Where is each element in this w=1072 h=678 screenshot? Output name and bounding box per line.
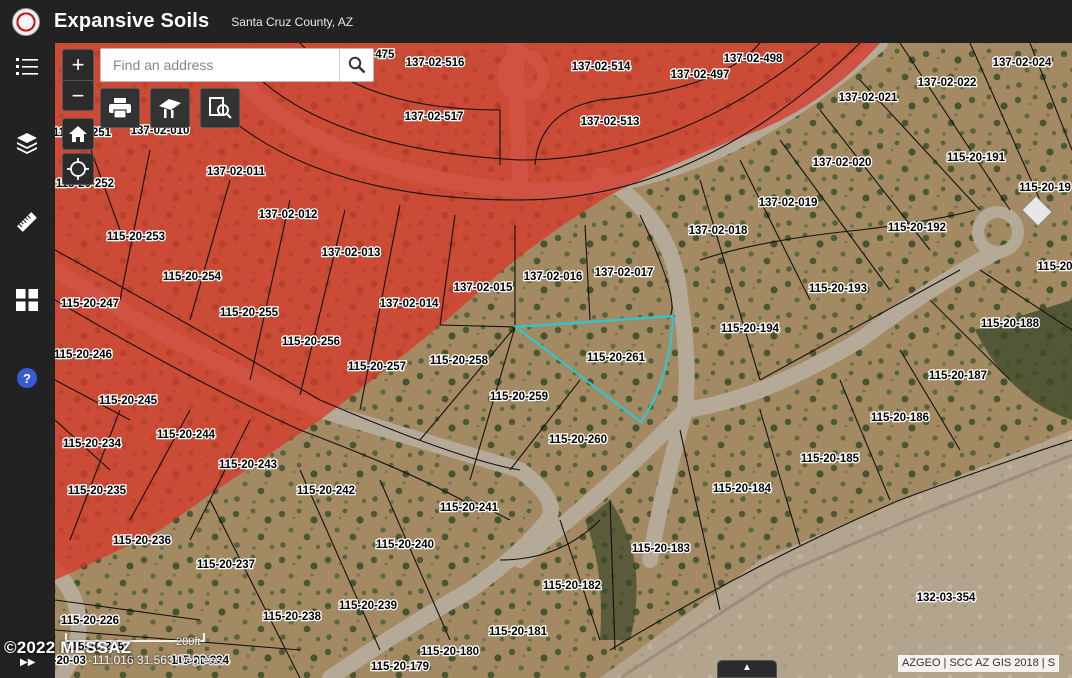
parcel-label: 115-20-256 (282, 336, 340, 348)
left-sidebar: ? (0, 43, 55, 678)
parcel-label: 115-20-179 (371, 661, 429, 673)
parcel-label: 115-20-180 (421, 646, 479, 658)
parcel-label: 115-20-192 (888, 222, 946, 234)
parcel-label: 137-02-513 (581, 116, 640, 128)
parcel-label: 115-20-184 (713, 483, 772, 495)
app-header: Expansive Soils Santa Cruz County, AZ (0, 0, 1072, 43)
parcel-label: 115-20-239 (339, 600, 397, 612)
parcel-label: 115-20-260 (549, 434, 607, 446)
parcel-label: 115-20-183 (632, 543, 690, 555)
parcel-label: 137-02-497 (671, 69, 730, 81)
parcel-label: 137-02-024 (993, 57, 1052, 69)
measure-button[interactable] (150, 88, 190, 128)
parcel-label: 115-20-261 (587, 352, 646, 364)
list-icon[interactable] (13, 53, 41, 81)
parcel-label: 115-20-194 (721, 323, 780, 335)
home-icon (69, 126, 87, 142)
parcel-label: 137-02-022 (918, 77, 977, 89)
help-icon[interactable]: ? (13, 364, 41, 392)
parcel-label: 115-20-235 (68, 485, 127, 497)
parcel-label: 115-20-254 (163, 271, 222, 283)
parcel-label: 115-20-238 (263, 611, 322, 623)
parcel-label: 137-02-019 (759, 197, 818, 209)
parcel-label: 115-20-186 (871, 412, 929, 424)
parcel-label: 137-02-017 (595, 267, 654, 279)
attribution: AZGEO | SCC AZ GIS 2018 | S (898, 655, 1060, 672)
parcel-label: 115-20-193 (809, 283, 867, 295)
parcel-label: 115-20-257 (348, 361, 406, 373)
parcel-label: 115-20-246 (55, 349, 112, 361)
parcel-label: 115-20-245 (99, 395, 158, 407)
parcel-label: 132-03-354 (917, 592, 976, 604)
parcel-label: 115-20-255 (220, 307, 279, 319)
parcel-label: 115-20-247 (61, 298, 119, 310)
chevron-up-icon: ▲ (742, 662, 752, 673)
parcel-label: 115-20-19 (1019, 182, 1071, 194)
expand-arrows-icon[interactable]: ▶▶ (20, 657, 35, 668)
county-seal-logo (12, 7, 40, 36)
search-input[interactable] (101, 49, 339, 81)
parcel-label: 115-20-187 (929, 370, 987, 382)
locate-button[interactable] (62, 153, 94, 185)
zoom-in-button[interactable]: + (63, 50, 93, 80)
parcel-label: 115-20-236 (113, 535, 171, 547)
map-view[interactable]: 137-02-475137-02-516137-02-514137-02-498… (55, 43, 1072, 678)
parcel-label: 115-20 (1037, 261, 1072, 273)
parcel-label: 115-20-181 (489, 626, 548, 638)
ruler-icon[interactable] (13, 208, 41, 236)
parcel-label: 137-02-514 (572, 61, 631, 73)
parcel-label: 137-02-013 (322, 247, 381, 259)
search-icon (348, 56, 365, 74)
print-button[interactable] (100, 88, 140, 128)
parcel-label: 115-20-240 (376, 539, 434, 551)
parcel-label: 115-20-253 (107, 231, 165, 243)
parcel-label: 115-20-241 (440, 502, 499, 514)
scale-label: 200ft (176, 636, 201, 648)
parcel-label: 115-20-237 (197, 559, 255, 571)
parcel-label: 137-02-015 (454, 282, 513, 294)
parcel-label: 115-20-258 (430, 355, 489, 367)
parcel-label: 137-02-021 (839, 92, 898, 104)
parcel-label: 137-02-012 (259, 209, 318, 221)
parcel-label: 115-20-242 (297, 485, 355, 497)
zoom-control: + − (62, 49, 94, 111)
parcel-label: 137-02-016 (524, 271, 583, 283)
app-title: Expansive Soils (54, 10, 210, 32)
parcel-label: 115-20-188 (981, 318, 1040, 330)
parcel-label: 137-02-020 (813, 157, 872, 169)
parcel-label: 115-20-182 (543, 580, 601, 592)
address-search (100, 48, 374, 82)
search-button[interactable] (339, 49, 373, 81)
coordinate-readout: -111.016 31.563 Degrees (88, 653, 223, 667)
crosshair-icon (67, 158, 89, 180)
parcel-label: 115-20-226 (61, 615, 119, 627)
parcel-label: 115-20-243 (219, 459, 277, 471)
parcel-label: 137-02-516 (406, 57, 465, 69)
map-canvas[interactable]: 137-02-475137-02-516137-02-514137-02-498… (55, 43, 1072, 678)
parcel-label: 115-20-191 (947, 152, 1006, 164)
parcel-label: 115-20-234 (63, 438, 122, 450)
zoom-out-button[interactable]: − (63, 80, 93, 110)
footer-toggle[interactable]: ▲ (717, 660, 777, 678)
layers-icon[interactable] (13, 129, 41, 157)
parcel-label: 137-02-014 (380, 298, 439, 310)
document-search-icon (209, 97, 232, 119)
parcel-label: 115-20-185 (801, 453, 860, 465)
identify-button[interactable] (200, 88, 240, 128)
printer-icon (109, 98, 131, 119)
parcel-label: 115-20-244 (157, 429, 216, 441)
parcel-label: 137-02-018 (689, 225, 748, 237)
parcel-label: 137-02-517 (405, 111, 464, 123)
survey-icon (159, 99, 181, 118)
home-button[interactable] (62, 118, 94, 150)
parcel-label: 115-20-259 (490, 391, 548, 403)
grid-icon[interactable] (13, 286, 41, 314)
app-subtitle: Santa Cruz County, AZ (231, 14, 354, 29)
parcel-label: 137-02-498 (724, 53, 783, 65)
parcel-label: 137-02-011 (207, 166, 266, 178)
